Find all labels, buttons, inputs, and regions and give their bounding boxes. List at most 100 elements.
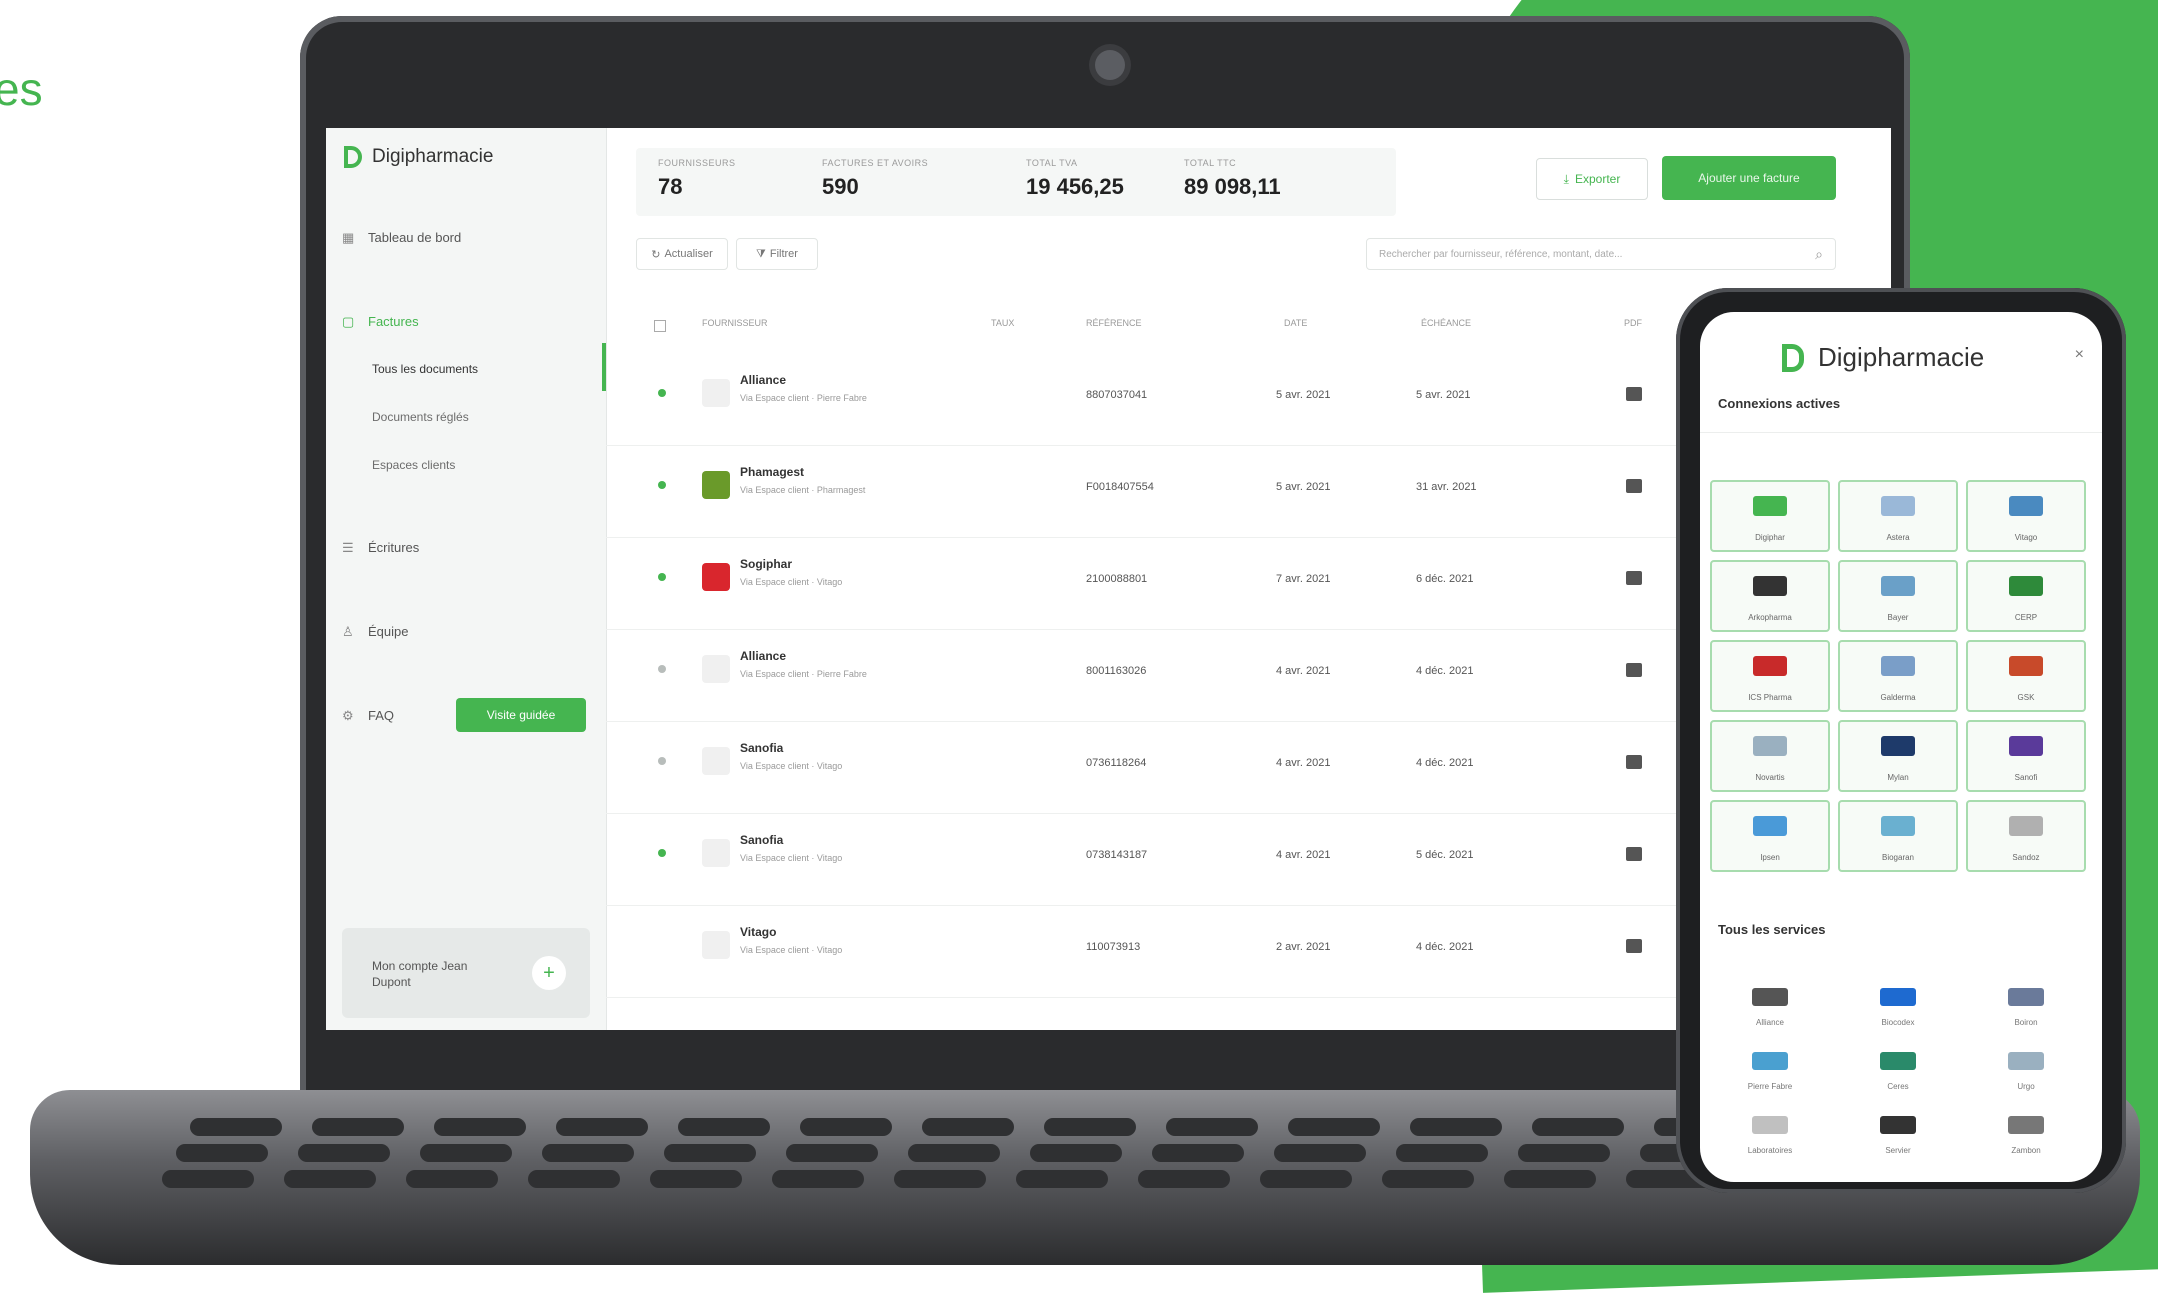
service-logo-icon bbox=[1753, 496, 1787, 516]
app-name: Digipharmacie bbox=[372, 146, 494, 167]
keyboard-key bbox=[922, 1118, 1014, 1136]
service-item[interactable]: Ceres bbox=[1838, 1044, 1958, 1104]
invoice-reference: F0018407554 bbox=[1086, 481, 1154, 493]
supplier-name: Vitago bbox=[740, 925, 777, 939]
invoice-date: 4 avr. 2021 bbox=[1276, 849, 1331, 861]
laptop-keyboard bbox=[150, 1110, 1930, 1190]
app-logo[interactable]: Digipharmacie bbox=[344, 146, 493, 168]
connection-tile[interactable]: Arkopharma bbox=[1710, 560, 1830, 632]
service-item[interactable]: Biocodex bbox=[1838, 980, 1958, 1040]
keyboard-key bbox=[1518, 1144, 1610, 1162]
connection-tile[interactable]: Digiphar bbox=[1710, 480, 1830, 552]
supplier-name: Sanofia bbox=[740, 833, 784, 847]
service-label: Zambon bbox=[2011, 1146, 2041, 1155]
supplier-meta: Via Espace client · Vitago bbox=[740, 761, 843, 771]
column-rate[interactable]: TAUX bbox=[991, 318, 1014, 328]
add-invoice-button[interactable]: Ajouter une facture bbox=[1662, 156, 1836, 200]
search-input[interactable]: Rechercher par fournisseur, référence, m… bbox=[1366, 238, 1836, 270]
connection-tile[interactable]: GSK bbox=[1966, 640, 2086, 712]
sidebar-item-invoices[interactable]: ▢ Factures bbox=[342, 314, 419, 329]
sidebar-item-entries[interactable]: ☰ Écritures bbox=[342, 540, 419, 555]
laptop-screen: Digipharmacie ▦ Tableau de bord ▢ Factur… bbox=[326, 128, 1891, 1030]
service-logo-icon bbox=[1753, 576, 1787, 596]
supplier-logo bbox=[702, 563, 730, 591]
service-logo-icon bbox=[1881, 736, 1915, 756]
sidebar-item-faq[interactable]: ⚙ FAQ bbox=[342, 708, 394, 723]
service-item[interactable]: Boiron bbox=[1966, 980, 2086, 1040]
sidebar-item-team[interactable]: ♙ Équipe bbox=[342, 624, 408, 639]
keyboard-key bbox=[1396, 1144, 1488, 1162]
service-item[interactable]: Zambon bbox=[1966, 1108, 2086, 1168]
pdf-icon[interactable] bbox=[1626, 387, 1642, 401]
service-item[interactable]: Servier bbox=[1838, 1108, 1958, 1168]
service-logo-icon bbox=[1881, 656, 1915, 676]
keyboard-key bbox=[556, 1118, 648, 1136]
connection-tile[interactable]: ICS Pharma bbox=[1710, 640, 1830, 712]
status-dot bbox=[658, 481, 666, 489]
account-card[interactable]: Mon compte Jean Dupont + bbox=[342, 928, 590, 1018]
stat-total-ttc: TOTAL TTC 89 098,11 bbox=[1184, 158, 1281, 199]
connection-tile[interactable]: Bayer bbox=[1838, 560, 1958, 632]
status-dot bbox=[658, 757, 666, 765]
phone-screen: Digipharmacie × Connexions actives Digip… bbox=[1700, 312, 2102, 1182]
column-pdf[interactable]: PDF bbox=[1624, 318, 1642, 328]
invoice-date: 4 avr. 2021 bbox=[1276, 757, 1331, 769]
connection-tile[interactable]: Vitago bbox=[1966, 480, 2086, 552]
connection-tile[interactable]: Ipsen bbox=[1710, 800, 1830, 872]
connection-tile[interactable]: Novartis bbox=[1710, 720, 1830, 792]
keyboard-key bbox=[664, 1144, 756, 1162]
account-add-icon[interactable]: + bbox=[532, 956, 566, 990]
keyboard-key bbox=[1532, 1118, 1624, 1136]
ledger-icon: ☰ bbox=[342, 539, 354, 555]
invoice-due-date: 4 déc. 2021 bbox=[1416, 941, 1474, 953]
connection-label: Ipsen bbox=[1760, 853, 1780, 862]
select-all-checkbox[interactable] bbox=[654, 320, 666, 332]
filter-button[interactable]: ⧩ Filtrer bbox=[736, 238, 818, 270]
partial-heading: es bbox=[0, 63, 43, 115]
supplier-meta: Via Espace client · Pierre Fabre bbox=[740, 393, 867, 403]
invoice-date: 5 avr. 2021 bbox=[1276, 481, 1331, 493]
sidebar-item-dashboard[interactable]: ▦ Tableau de bord bbox=[342, 230, 461, 245]
service-logo-icon bbox=[2009, 816, 2043, 836]
connection-tile[interactable]: Galderma bbox=[1838, 640, 1958, 712]
supplier-logo bbox=[702, 471, 730, 499]
pdf-icon[interactable] bbox=[1626, 939, 1642, 953]
column-due[interactable]: ÉCHÉANCE bbox=[1421, 318, 1471, 328]
connection-tile[interactable]: Mylan bbox=[1838, 720, 1958, 792]
service-item[interactable]: Pierre Fabre bbox=[1710, 1044, 1830, 1104]
connection-tile[interactable]: Astera bbox=[1838, 480, 1958, 552]
column-reference[interactable]: RÉFÉRENCE bbox=[1086, 318, 1142, 328]
connection-tile[interactable]: Biogaran bbox=[1838, 800, 1958, 872]
supplier-meta: Via Espace client · Vitago bbox=[740, 853, 843, 863]
sidebar-subitem-client-spaces[interactable]: Espaces clients bbox=[372, 458, 455, 472]
column-supplier[interactable]: FOURNISSEUR bbox=[702, 318, 768, 328]
pdf-icon[interactable] bbox=[1626, 847, 1642, 861]
divider bbox=[1700, 432, 2102, 433]
keyboard-key bbox=[1260, 1170, 1352, 1188]
service-item[interactable]: Alliance bbox=[1710, 980, 1830, 1040]
pdf-icon[interactable] bbox=[1626, 663, 1642, 677]
pdf-icon[interactable] bbox=[1626, 571, 1642, 585]
service-item[interactable]: Urgo bbox=[1966, 1044, 2086, 1104]
service-logo-icon bbox=[2008, 988, 2044, 1006]
supplier-name: Alliance bbox=[740, 649, 787, 663]
sidebar-subitem-paid-documents[interactable]: Documents réglés bbox=[372, 410, 469, 424]
invoice-due-date: 5 déc. 2021 bbox=[1416, 849, 1474, 861]
connection-tile[interactable]: Sanofi bbox=[1966, 720, 2086, 792]
connection-label: Astera bbox=[1886, 533, 1910, 542]
invoice-date: 4 avr. 2021 bbox=[1276, 665, 1331, 677]
keyboard-key bbox=[1166, 1118, 1258, 1136]
connection-tile[interactable]: Sandoz bbox=[1966, 800, 2086, 872]
service-item[interactable]: Laboratoires bbox=[1710, 1108, 1830, 1168]
pdf-icon[interactable] bbox=[1626, 755, 1642, 769]
keyboard-key bbox=[908, 1144, 1000, 1162]
sidebar-subitem-all-documents[interactable]: Tous les documents bbox=[372, 362, 478, 376]
pdf-icon[interactable] bbox=[1626, 479, 1642, 493]
guided-tour-button[interactable]: Visite guidée bbox=[456, 698, 586, 732]
export-button[interactable]: ⤓ Exporter bbox=[1536, 158, 1648, 200]
service-logo-icon bbox=[1880, 1052, 1916, 1070]
column-date[interactable]: DATE bbox=[1284, 318, 1307, 328]
refresh-button[interactable]: ↻ Actualiser bbox=[636, 238, 728, 270]
close-icon[interactable]: × bbox=[2075, 346, 2084, 364]
connection-tile[interactable]: CERP bbox=[1966, 560, 2086, 632]
